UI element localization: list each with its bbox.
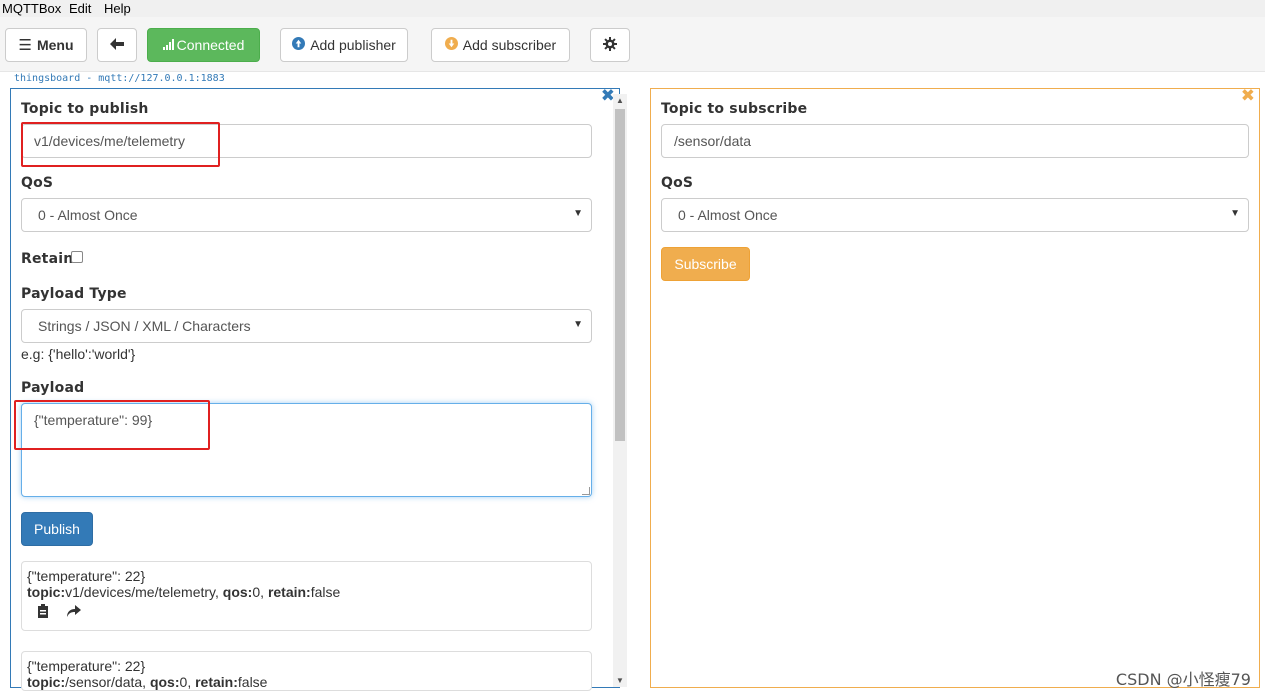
hamburger-icon: ☰ [18, 37, 32, 54]
topic-value: v1/devices/me/telemetry [65, 584, 216, 600]
subscriber-panel: ✖ Topic to subscribe /sensor/data QoS 0 … [650, 87, 1260, 688]
retain-checkbox[interactable] [71, 251, 83, 263]
topic-subscribe-value: /sensor/data [674, 133, 752, 149]
published-message: {"temperature": 22} topic:v1/devices/me/… [21, 561, 592, 631]
message-payload: {"temperature": 22} [27, 658, 146, 674]
scroll-up-icon[interactable]: ▲ [616, 96, 624, 105]
payload-hint: e.g: {'hello':'world'} [21, 346, 136, 362]
retain-key: retain: [195, 674, 238, 690]
qos-label: QoS [21, 175, 54, 191]
payload-type-select[interactable]: Strings / JSON / XML / Characters ▼ [21, 309, 592, 343]
highlight-box [14, 400, 210, 450]
topic-publish-label: Topic to publish [21, 101, 149, 117]
toolbar: ☰ Menu Connected Add publisher Add subsc… [0, 17, 1265, 72]
qos-val: 0 [179, 674, 188, 690]
menu-help[interactable]: Help [104, 1, 131, 16]
close-subscriber-icon[interactable]: ✖ [1241, 87, 1255, 104]
topic-key: topic: [27, 584, 66, 600]
watermark: CSDN @小怪瘦79 [1115, 670, 1251, 689]
qos-key: qos: [149, 674, 180, 690]
menu-mqttbox[interactable]: MQTTBox [2, 1, 61, 16]
qos-val: 0 [252, 584, 261, 600]
add-publisher-label: Add publisher [310, 37, 396, 53]
topic-value: /sensor/data [65, 674, 143, 690]
settings-button[interactable] [590, 28, 630, 62]
publisher-panel: ✖ Topic to publish v1/devices/me/telemet… [10, 87, 627, 691]
qos-label: QoS [661, 175, 694, 191]
share-forward-icon[interactable] [67, 604, 81, 621]
qos-value: 0 - Almost Once [678, 207, 778, 223]
scrollbar[interactable]: ▲ ▼ [613, 94, 627, 687]
message-meta: topic:/sensor/data, qos:0, retain:false [27, 674, 268, 690]
highlight-box [21, 122, 220, 167]
menu-button[interactable]: ☰ Menu [5, 28, 87, 62]
arrow-down-circle-icon [444, 37, 458, 53]
topic-subscribe-label: Topic to subscribe [661, 101, 808, 117]
add-publisher-button[interactable]: Add publisher [280, 28, 408, 62]
retain-key: retain: [267, 584, 311, 600]
connection-label: thingsboard - mqtt://127.0.0.1:1883 [14, 73, 225, 84]
topic-subscribe-input[interactable]: /sensor/data [661, 124, 1249, 158]
retain-val: false [310, 584, 341, 600]
qos-value: 0 - Almost Once [38, 207, 138, 223]
resize-handle-icon[interactable] [582, 487, 590, 495]
gear-icon [603, 36, 617, 54]
retain-val: false [237, 674, 268, 690]
dropdown-caret-icon: ▼ [573, 208, 583, 219]
add-subscriber-label: Add subscriber [462, 37, 557, 53]
copy-clipboard-icon[interactable] [37, 604, 49, 621]
qos-select[interactable]: 0 - Almost Once ▼ [661, 198, 1249, 232]
signal-icon [162, 37, 175, 53]
topic-key: topic: [27, 674, 66, 690]
message-payload: {"temperature": 22} [27, 568, 146, 584]
connected-label: Connected [176, 37, 245, 53]
dropdown-caret-icon: ▼ [1230, 208, 1240, 219]
qos-select[interactable]: 0 - Almost Once ▼ [21, 198, 592, 232]
menu-bar: MQTTBox Edit Help [0, 0, 1265, 17]
arrow-left-icon [110, 37, 124, 53]
retain-label: Retain [21, 251, 74, 267]
payload-type-label: Payload Type [21, 286, 127, 302]
payload-label: Payload [21, 380, 85, 396]
arrow-up-circle-icon [292, 37, 306, 53]
back-button[interactable] [97, 28, 137, 62]
add-subscriber-button[interactable]: Add subscriber [431, 28, 570, 62]
scroll-down-icon[interactable]: ▼ [616, 676, 624, 685]
dropdown-caret-icon: ▼ [573, 319, 583, 330]
connected-button[interactable]: Connected [147, 28, 260, 62]
payload-type-value: Strings / JSON / XML / Characters [38, 318, 251, 334]
publish-button[interactable]: Publish [21, 512, 93, 546]
message-meta: topic:v1/devices/me/telemetry, qos:0, re… [27, 584, 341, 600]
subscribe-button[interactable]: Subscribe [661, 247, 750, 281]
qos-key: qos: [222, 584, 253, 600]
menu-button-label: Menu [36, 37, 74, 53]
scroll-thumb[interactable] [615, 109, 625, 441]
published-message: {"temperature": 22} topic:/sensor/data, … [21, 651, 592, 691]
menu-edit[interactable]: Edit [69, 1, 91, 16]
